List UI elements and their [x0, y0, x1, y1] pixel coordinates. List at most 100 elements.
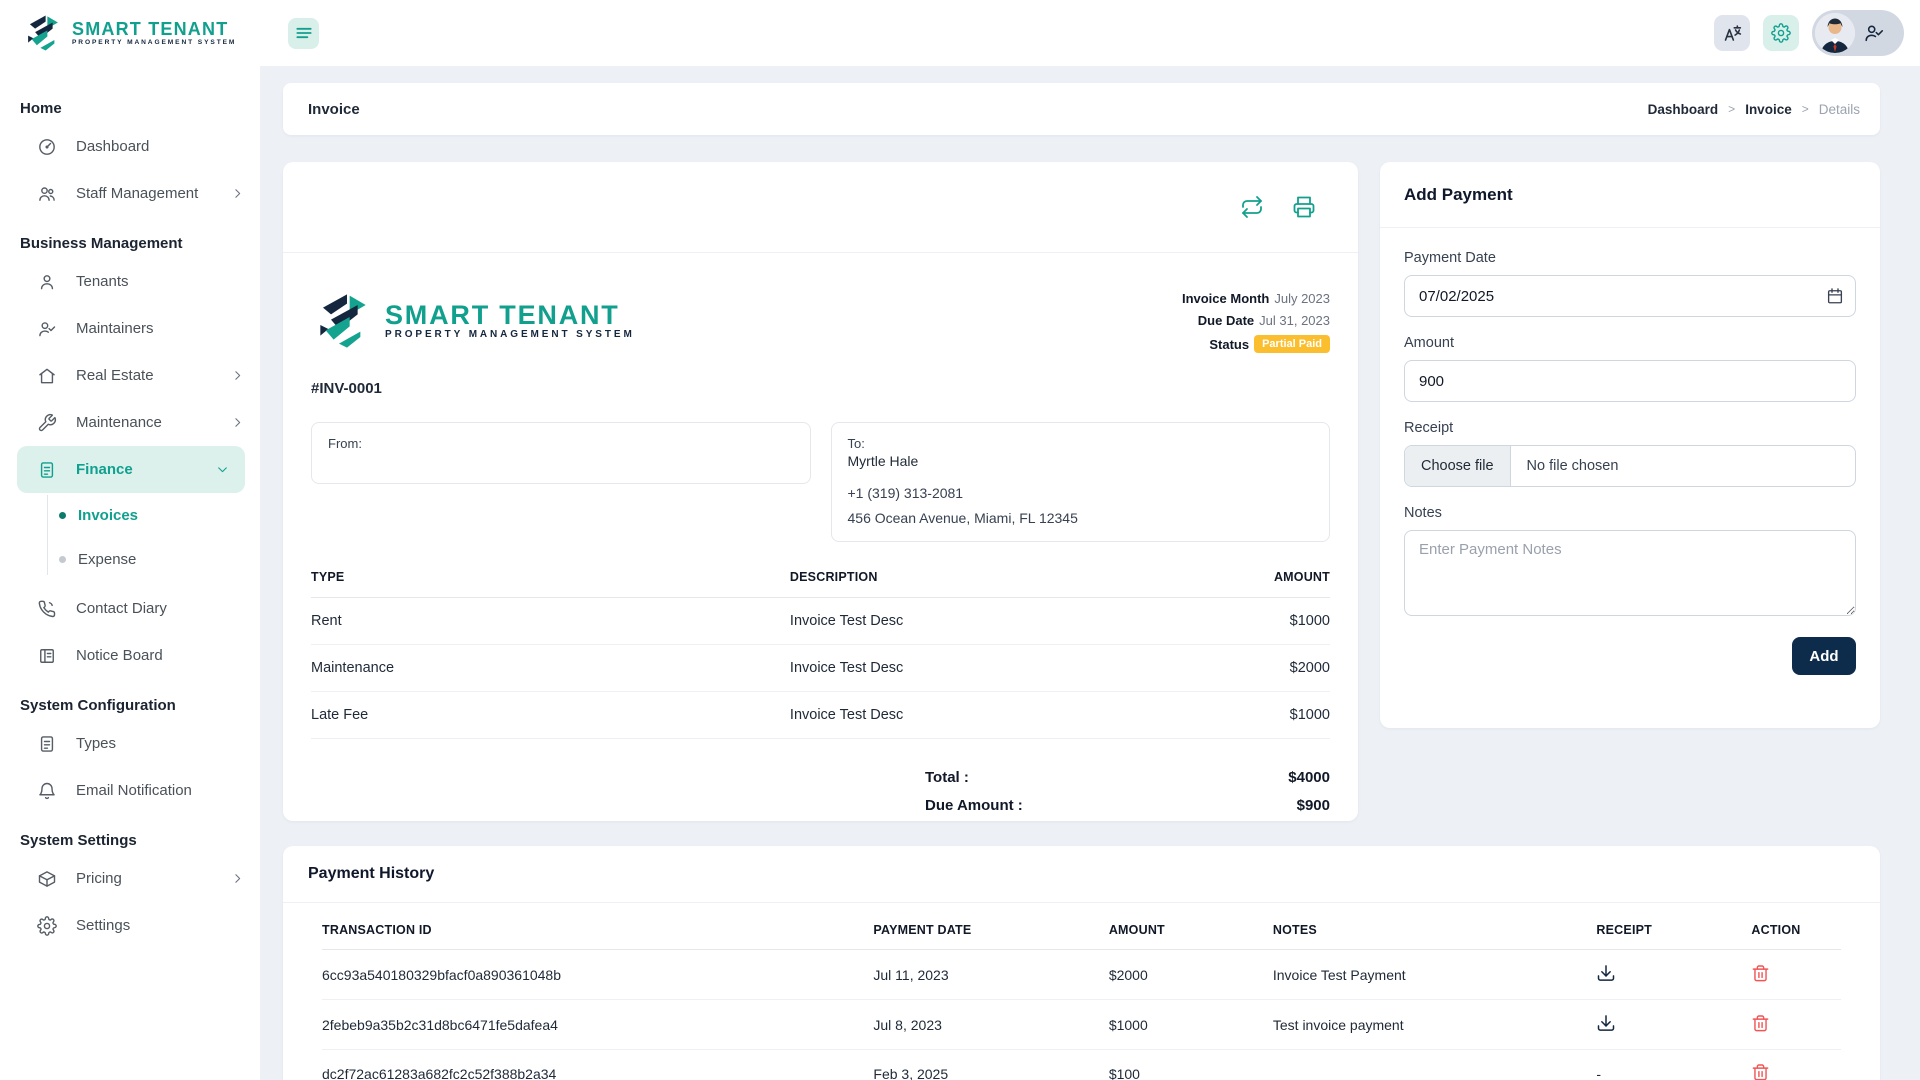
person-check-icon [1863, 22, 1885, 44]
col-amount: AMOUNT [1177, 570, 1330, 598]
due-amount-label: Due Amount : [925, 797, 1023, 814]
download-receipt-icon[interactable] [1596, 963, 1616, 983]
status-label: Status [1209, 337, 1249, 352]
item-type: Late Fee [311, 692, 790, 739]
board-icon [37, 646, 57, 666]
sidebar-item-label: Dashboard [76, 138, 149, 155]
item-type: Maintenance [311, 645, 790, 692]
app-logo: SMART TENANT PROPERTY MANAGEMENT SYSTEM [0, 12, 260, 54]
payment-notes: Test invoice payment [1273, 1000, 1597, 1050]
breadcrumb-invoice[interactable]: Invoice [1745, 102, 1792, 117]
status-badge: Partial Paid [1254, 335, 1330, 353]
chevron-right-icon [231, 872, 244, 885]
payment-row: 6cc93a540180329bfacf0a890361048b Jul 11,… [322, 950, 1841, 1000]
choose-file-button[interactable]: Choose file [1405, 446, 1511, 486]
header-actions [1714, 10, 1920, 56]
col-payment-date: PAYMENT DATE [873, 909, 1108, 950]
sidebar: Home Dashboard Staff Management Business… [0, 66, 260, 1080]
brand-tagline: PROPERTY MANAGEMENT SYSTEM [72, 39, 236, 46]
item-description: Invoice Test Desc [790, 645, 1177, 692]
item-description: Invoice Test Desc [790, 692, 1177, 739]
profile-menu[interactable] [1812, 10, 1904, 56]
section-label-system-settings: System Settings [0, 832, 260, 849]
payment-notes-textarea[interactable] [1404, 530, 1856, 616]
app-header: SMART TENANT PROPERTY MANAGEMENT SYSTEM [0, 0, 1920, 66]
transaction-id: 2febeb9a35b2c31d8bc6471fe5dafea4 [322, 1000, 873, 1050]
sidebar-item-pricing[interactable]: Pricing [0, 855, 260, 902]
main-content: Invoice Dashboard > Invoice > Details [260, 66, 1920, 1080]
payment-amount: $1000 [1109, 1000, 1273, 1050]
sidebar-toggle-button[interactable] [288, 18, 319, 49]
due-amount-value: $900 [1297, 797, 1330, 814]
delete-payment-icon[interactable] [1751, 964, 1770, 983]
sidebar-item-staff-management[interactable]: Staff Management [0, 170, 260, 217]
delete-payment-icon[interactable] [1751, 1014, 1770, 1033]
payment-history-title: Payment History [308, 865, 434, 883]
chevron-right-icon [231, 369, 244, 382]
to-name: Myrtle Hale [848, 453, 1314, 469]
print-icon[interactable] [1292, 195, 1316, 219]
col-notes: NOTES [1273, 909, 1597, 950]
sidebar-item-types[interactable]: Types [0, 720, 260, 767]
sidebar-item-dashboard[interactable]: Dashboard [0, 123, 260, 170]
invoice-totals: Total : $4000 Due Amount : $900 [311, 769, 1330, 814]
section-label-business: Business Management [0, 235, 260, 252]
add-payment-button[interactable]: Add [1792, 637, 1856, 675]
sidebar-item-label: Real Estate [76, 367, 154, 384]
col-description: DESCRIPTION [790, 570, 1177, 598]
home-icon [37, 366, 57, 386]
gear-icon [37, 916, 57, 936]
download-receipt-icon[interactable] [1596, 1013, 1616, 1033]
payment-date: Jul 8, 2023 [873, 1000, 1108, 1050]
to-address: 456 Ocean Avenue, Miami, FL 12345 [848, 510, 1314, 526]
sidebar-item-maintainers[interactable]: Maintainers [0, 305, 260, 352]
item-amount: $1000 [1177, 692, 1330, 739]
breadcrumb-separator: > [1802, 102, 1809, 116]
item-description: Invoice Test Desc [790, 598, 1177, 645]
breadcrumb-dashboard[interactable]: Dashboard [1648, 102, 1719, 117]
invoice-month-label: Invoice Month [1182, 291, 1269, 306]
bell-icon [37, 781, 57, 801]
chevron-down-icon [216, 463, 229, 476]
logo-mark-icon [22, 12, 64, 54]
refresh-icon[interactable] [1240, 195, 1264, 219]
sidebar-item-email-notification[interactable]: Email Notification [0, 767, 260, 814]
sidebar-item-tenants[interactable]: Tenants [0, 258, 260, 305]
sidebar-item-settings[interactable]: Settings [0, 902, 260, 949]
total-value: $4000 [1288, 769, 1330, 786]
payment-history-card: Payment History TRANSACTION ID PAYMENT D… [283, 846, 1880, 1080]
sidebar-item-label: Types [76, 735, 116, 752]
sidebar-item-label: Pricing [76, 870, 122, 887]
brand-name: SMART TENANT [385, 301, 635, 329]
translate-icon [1722, 23, 1743, 44]
receipt-file-input[interactable]: Choose file No file chosen [1404, 445, 1856, 487]
language-button[interactable] [1714, 15, 1750, 51]
person-check-icon [37, 319, 57, 339]
sidebar-item-contact-diary[interactable]: Contact Diary [0, 585, 260, 632]
invoice-row: Rent Invoice Test Desc $1000 [311, 598, 1330, 645]
page-title-bar: Invoice Dashboard > Invoice > Details [283, 83, 1880, 135]
sidebar-item-notice-board[interactable]: Notice Board [0, 632, 260, 679]
payment-amount: $2000 [1109, 950, 1273, 1000]
payment-row: 2febeb9a35b2c31d8bc6471fe5dafea4 Jul 8, … [322, 1000, 1841, 1050]
payment-amount: $100 [1109, 1050, 1273, 1080]
delete-payment-icon[interactable] [1751, 1063, 1770, 1080]
payment-history-table: TRANSACTION ID PAYMENT DATE AMOUNT NOTES… [322, 909, 1841, 1080]
page-title: Invoice [308, 101, 360, 118]
amount-input[interactable] [1404, 360, 1856, 402]
col-amount: AMOUNT [1109, 909, 1273, 950]
settings-button[interactable] [1763, 15, 1799, 51]
sidebar-item-label: Settings [76, 917, 130, 934]
sidebar-item-label: Email Notification [76, 782, 192, 799]
sidebar-item-real-estate[interactable]: Real Estate [0, 352, 260, 399]
chevron-right-icon [231, 416, 244, 429]
invoice-logo: SMART TENANT PROPERTY MANAGEMENT SYSTEM [311, 281, 635, 360]
payment-date-input[interactable] [1404, 275, 1856, 317]
sidebar-item-finance[interactable]: Finance [17, 446, 245, 493]
invoice-toolbar [283, 162, 1358, 253]
sidebar-subitem-invoices[interactable]: Invoices [0, 493, 260, 537]
sidebar-subitem-expense[interactable]: Expense [0, 537, 260, 581]
sidebar-item-label: Maintenance [76, 414, 162, 431]
sidebar-item-label: Finance [76, 461, 133, 478]
sidebar-item-maintenance[interactable]: Maintenance [0, 399, 260, 446]
